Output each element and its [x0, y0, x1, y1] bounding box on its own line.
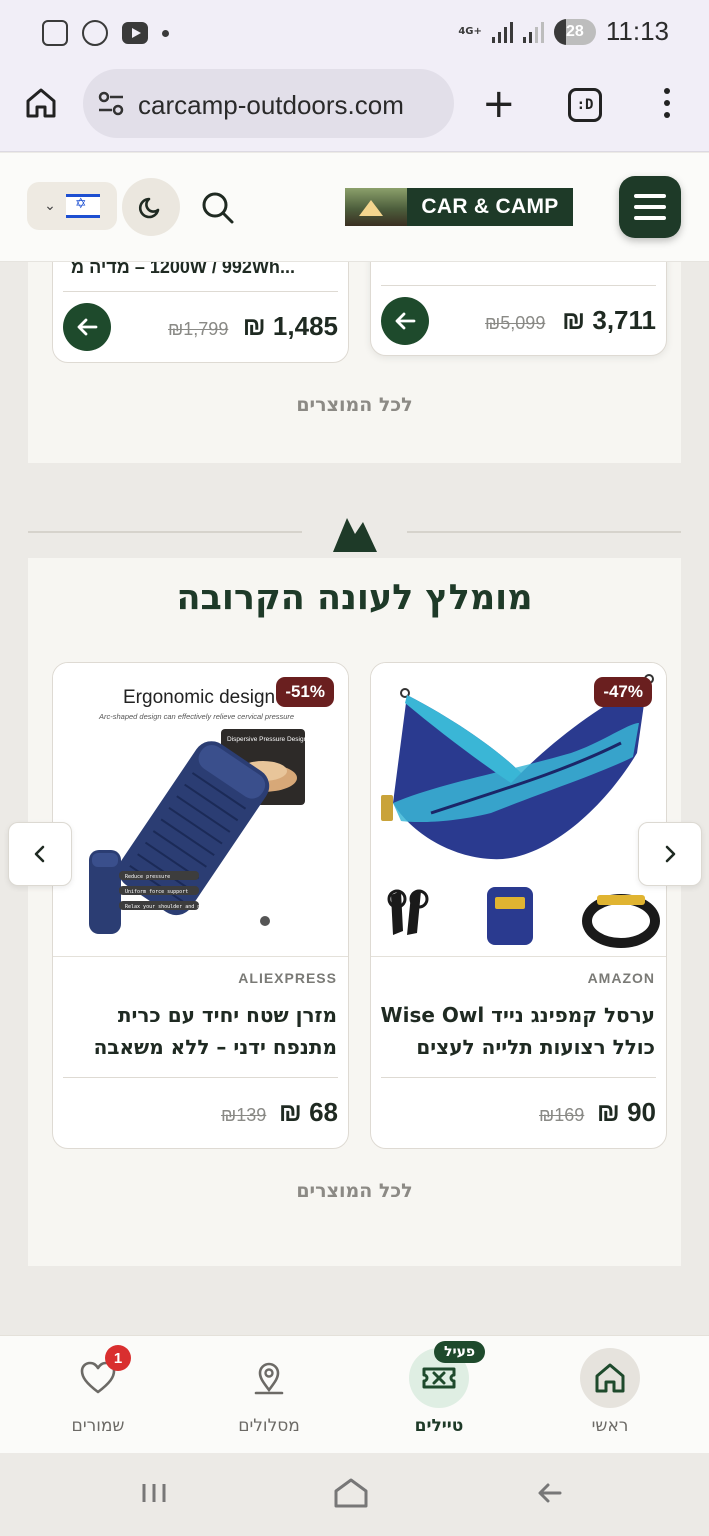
notification-icons [42, 20, 169, 46]
discount-badge: -51% [276, 677, 334, 707]
product-title[interactable]: ערסל קמפינג נייד Wise Owl כולל רצועות תל… [380, 999, 655, 1063]
price: 1,485 ₪ [242, 311, 338, 341]
store-name: AMAZON [587, 970, 655, 986]
signal-icon-sim2 [522, 21, 544, 43]
price: 3,711 ₪ [562, 305, 656, 335]
product-card[interactable]: Ergonomic design Arc-shaped design can e… [52, 662, 349, 1149]
home-icon [580, 1348, 640, 1408]
chevron-right-icon [665, 845, 676, 863]
image-callout: Dispersive Pressure Design [227, 736, 308, 743]
discount-badge: -47% [594, 677, 652, 707]
image-bullet: Uniform force support [125, 889, 188, 895]
search-icon[interactable] [198, 188, 238, 228]
status-bar: 4G+ 28 11:13 [0, 0, 709, 66]
back-icon[interactable] [536, 1481, 564, 1505]
recent-apps-icon[interactable] [140, 1481, 168, 1505]
tab-switcher-button[interactable]: :D [568, 88, 602, 122]
all-products-link[interactable]: לכל המוצרים [28, 394, 681, 416]
site-settings-icon[interactable] [97, 91, 125, 117]
sleeping-pad-image: Ergonomic design Arc-shaped design can e… [89, 687, 308, 934]
old-price: ₪139 [221, 1105, 267, 1125]
separator-line [28, 531, 302, 533]
nav-item-home[interactable]: ראשי [550, 1336, 670, 1454]
image-bullet: Reduce pressure [125, 874, 170, 880]
network-type: 4G+ [458, 25, 482, 37]
view-product-button[interactable] [381, 297, 429, 345]
signal-icon [491, 21, 513, 43]
mountain-icon [333, 518, 377, 552]
screenshot-icon [42, 20, 68, 46]
active-badge: פעיל [434, 1341, 486, 1363]
nav-item-routes[interactable]: מסלולים [209, 1336, 329, 1454]
image-bullet: Relax your shoulder and neck [125, 904, 209, 910]
dark-mode-toggle[interactable] [122, 178, 180, 236]
logo-mountain-image [345, 188, 407, 226]
product-image[interactable]: Ergonomic design Arc-shaped design can e… [53, 663, 348, 957]
browser-toolbar: carcamp-outdoors.com + :D [0, 66, 709, 152]
site-logo[interactable]: CAR & CAMP [345, 188, 573, 226]
product-card[interactable]: -47% AMAZON ערסל קמפינג נייד Wise Owl כו… [370, 662, 667, 1149]
old-price: ₪169 [539, 1105, 585, 1125]
carousel-prev-button[interactable] [8, 822, 72, 886]
chevron-left-icon [34, 845, 45, 863]
nav-item-saved[interactable]: 1 שמורים [38, 1336, 158, 1454]
url-text[interactable]: carcamp-outdoors.com [138, 90, 404, 121]
image-subline: Arc-shaped design can effectively reliev… [98, 712, 294, 721]
image-headline: Ergonomic design [123, 687, 275, 708]
bottom-navigation: 1 שמורים מסלולים טיילים פעיל ראשי [0, 1335, 709, 1453]
price: 90 ₪ [596, 1097, 656, 1127]
product-title[interactable]: מזרן שטח יחיד עם כרית מתנפח ידני – ללא מ… [62, 999, 337, 1063]
chatgpt-icon [82, 20, 108, 46]
address-bar[interactable]: carcamp-outdoors.com [83, 69, 454, 138]
view-product-button[interactable] [63, 303, 111, 351]
language-selector[interactable]: ⌄ [27, 182, 117, 230]
hammock-image [381, 674, 660, 948]
hamburger-menu-button[interactable] [619, 176, 681, 238]
battery-icon: 28 [553, 18, 596, 45]
old-price: ₪5,099 [485, 313, 546, 333]
carousel-next-button[interactable] [638, 822, 702, 886]
product-image[interactable]: -47% [371, 663, 666, 957]
section-title: מומלץ לעונה הקרובה [176, 578, 533, 618]
israel-flag-icon [65, 194, 100, 218]
chevron-down-icon: ⌄ [44, 198, 56, 214]
more-notifications-icon [162, 29, 169, 37]
home-icon[interactable] [24, 86, 58, 120]
old-price: ₪1,799 [168, 319, 229, 339]
home-button-icon[interactable] [332, 1477, 370, 1509]
clock: 11:13 [605, 16, 669, 46]
saved-count-badge: 1 [105, 1345, 131, 1371]
youtube-icon [122, 22, 148, 44]
system-navigation-bar [0, 1453, 709, 1536]
new-tab-icon[interactable]: + [482, 84, 516, 124]
arrow-left-icon [395, 312, 416, 330]
store-name: ALIEXPRESS [238, 970, 337, 986]
arrow-left-icon [77, 318, 98, 336]
site-header: ⌄ CAR & CAMP [0, 153, 709, 262]
moon-icon [138, 197, 160, 219]
map-pin-icon [239, 1348, 299, 1408]
more-menu-icon[interactable] [662, 88, 672, 122]
previous-section-panel: ...1200W / 992Wh – מדיה מ ₪1,799 1,485 ₪… [28, 242, 681, 463]
price: 68 ₪ [278, 1097, 338, 1127]
all-products-link[interactable]: לכל המוצרים [28, 1180, 681, 1202]
separator-line [407, 531, 681, 533]
